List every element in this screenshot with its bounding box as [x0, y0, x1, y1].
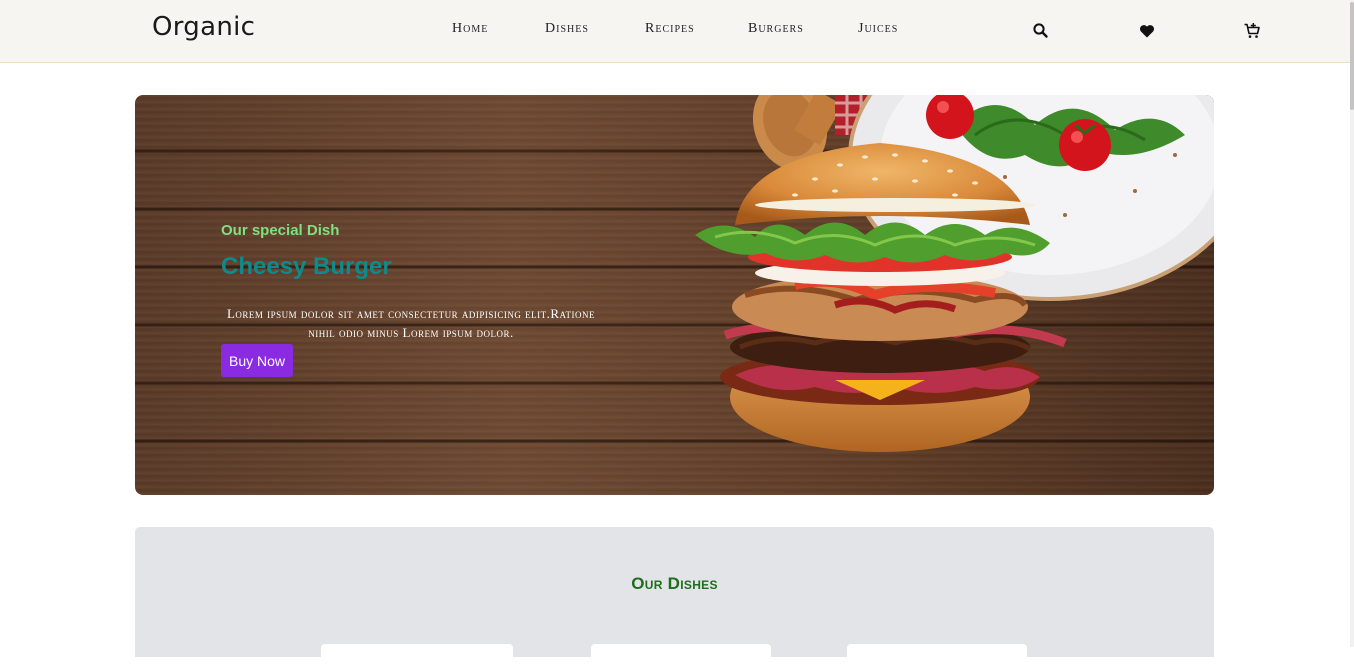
- nav-link-home[interactable]: Home: [452, 21, 488, 37]
- scrollbar-thumb[interactable]: [1350, 2, 1354, 110]
- dish-card[interactable]: [591, 644, 771, 664]
- brand-logo[interactable]: Organic: [152, 12, 255, 42]
- hero-description: Lorem ipsum dolor sit amet consectetur a…: [226, 306, 596, 340]
- buy-now-button[interactable]: Buy Now: [221, 344, 293, 377]
- dishes-section: Our Dishes: [135, 527, 1214, 664]
- heart-icon[interactable]: [1137, 21, 1157, 41]
- site-header: Organic Home Dishes Recipes Burgers Juic…: [0, 0, 1354, 63]
- nav-link-juices[interactable]: Juices: [858, 21, 898, 37]
- hero-banner: Our special Dish Cheesy Burger Lorem ips…: [135, 95, 1214, 495]
- nav-link-burgers[interactable]: Burgers: [748, 21, 804, 37]
- nav-link-dishes[interactable]: Dishes: [545, 21, 589, 37]
- hero-title: Cheesy Burger: [221, 253, 392, 280]
- dish-card[interactable]: [321, 644, 513, 664]
- search-icon[interactable]: [1031, 21, 1051, 41]
- hero-burger-image: [695, 95, 1214, 452]
- dish-card[interactable]: [847, 644, 1027, 664]
- hero-subtitle: Our special Dish: [221, 222, 340, 239]
- page-scrollbar[interactable]: [1350, 0, 1354, 647]
- nav-link-recipes[interactable]: Recipes: [645, 21, 695, 37]
- cart-icon[interactable]: [1242, 21, 1262, 41]
- dishes-section-title: Our Dishes: [631, 574, 718, 594]
